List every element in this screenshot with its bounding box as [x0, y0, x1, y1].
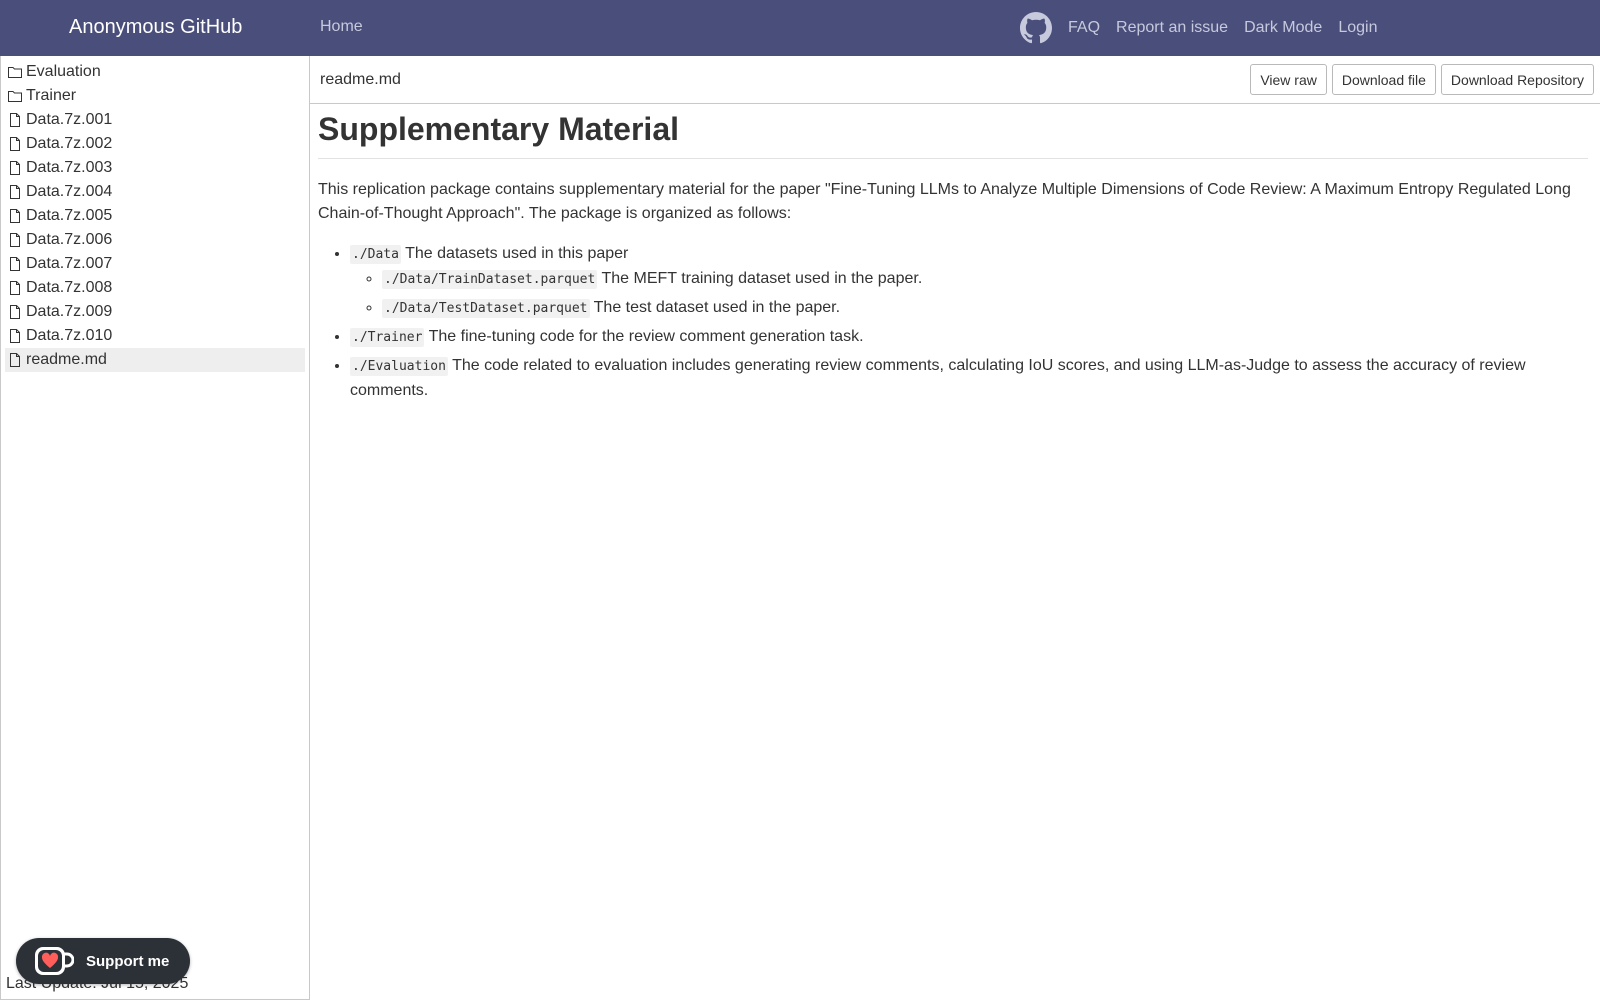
current-file-name: readme.md — [320, 71, 401, 88]
path-code: ./Trainer — [350, 328, 425, 347]
sidebar-item-label: Data.7z.002 — [26, 135, 113, 152]
file-icon — [7, 280, 26, 296]
sidebar-file-item[interactable]: Data.7z.008 — [5, 276, 305, 300]
file-icon — [7, 208, 26, 224]
sidebar-file-item[interactable]: Data.7z.005 — [5, 204, 305, 228]
file-icon — [7, 112, 26, 128]
file-icon — [7, 328, 26, 344]
nav-report-issue-link[interactable]: Report an issue — [1116, 19, 1228, 37]
nav-dark-mode-toggle[interactable]: Dark Mode — [1244, 19, 1322, 37]
sidebar-file-item[interactable]: Data.7z.002 — [5, 132, 305, 156]
readme-list: ./Data The datasets used in this paper .… — [318, 242, 1588, 403]
download-file-button[interactable]: Download file — [1331, 64, 1436, 95]
readme-list-item: ./Trainer The fine-tuning code for the r… — [350, 325, 1588, 350]
nav-faq-link[interactable]: FAQ — [1068, 19, 1100, 37]
view-raw-button[interactable]: View raw — [1250, 64, 1327, 95]
readme-list-item: ./Data The datasets used in this paper .… — [350, 242, 1588, 321]
sidebar-file-item[interactable]: Data.7z.007 — [5, 252, 305, 276]
sidebar-file-item[interactable]: readme.md — [5, 348, 305, 372]
file-tree-sidebar: Evaluation Trainer Data.7z.001 Data.7z.002 D… — [0, 56, 310, 1000]
sidebar-item-label: Trainer — [26, 87, 77, 104]
sidebar-folder-item[interactable]: Trainer — [5, 84, 305, 108]
download-repository-button[interactable]: Download Repository — [1440, 64, 1594, 95]
file-icon — [7, 256, 26, 272]
path-code: ./Evaluation — [350, 357, 448, 376]
sidebar-folder-item[interactable]: Evaluation — [5, 60, 305, 84]
file-icon — [7, 136, 26, 152]
file-header: readme.md View raw Download file Downloa… — [310, 56, 1600, 104]
sidebar-file-item[interactable]: Data.7z.006 — [5, 228, 305, 252]
file-content-panel: readme.md View raw Download file Downloa… — [310, 56, 1600, 1000]
sidebar-item-label: Evaluation — [26, 63, 101, 80]
sidebar-item-label: Data.7z.008 — [26, 279, 113, 296]
sidebar-file-item[interactable]: Data.7z.004 — [5, 180, 305, 204]
readme-title: Supplementary Material — [318, 111, 1588, 159]
sidebar-item-label: Data.7z.005 — [26, 207, 113, 224]
nav-home-link[interactable]: Home — [320, 18, 363, 36]
file-icon — [7, 304, 26, 320]
sidebar-item-label: Data.7z.006 — [26, 231, 113, 248]
file-icon — [7, 352, 26, 368]
folder-icon — [7, 88, 26, 104]
top-navbar: Anonymous GitHub Home FAQ Report an issu… — [0, 0, 1600, 56]
file-icon — [7, 232, 26, 248]
github-icon[interactable] — [1020, 12, 1052, 44]
readme-list-item: ./Evaluation The code related to evaluat… — [350, 354, 1588, 403]
path-code: ./Data — [350, 245, 401, 264]
sidebar-item-label: Data.7z.004 — [26, 183, 113, 200]
sidebar-item-label: Data.7z.001 — [26, 111, 113, 128]
sidebar-item-label: readme.md — [26, 351, 107, 368]
sidebar-file-item[interactable]: Data.7z.009 — [5, 300, 305, 324]
sidebar-item-label: Data.7z.007 — [26, 255, 113, 272]
file-icon — [7, 160, 26, 176]
sidebar-item-label: Data.7z.010 — [26, 327, 113, 344]
nav-login-link[interactable]: Login — [1338, 19, 1377, 37]
sidebar-file-item[interactable]: Data.7z.001 — [5, 108, 305, 132]
file-icon — [7, 184, 26, 200]
item-description: The datasets used in this paper — [400, 245, 629, 262]
sidebar-file-item[interactable]: Data.7z.003 — [5, 156, 305, 180]
readme-content: Supplementary Material This replication … — [318, 111, 1588, 407]
item-description: The fine-tuning code for the review comm… — [424, 328, 864, 345]
support-me-label: Support me — [86, 952, 170, 970]
path-code: ./Data/TestDataset.parquet — [382, 299, 590, 318]
file-tree: Evaluation Trainer Data.7z.001 Data.7z.002 D… — [1, 56, 309, 372]
support-me-button[interactable]: Support me — [16, 938, 190, 984]
sidebar-file-item[interactable]: Data.7z.010 — [5, 324, 305, 348]
folder-icon — [7, 64, 26, 80]
readme-sublist-item: ./Data/TrainDataset.parquet The MEFT tra… — [382, 267, 1588, 292]
sidebar-item-label: Data.7z.009 — [26, 303, 113, 320]
item-description: The test dataset used in the paper. — [589, 299, 841, 316]
readme-sublist: ./Data/TrainDataset.parquet The MEFT tra… — [350, 267, 1588, 321]
item-description: The MEFT training dataset used in the pa… — [597, 270, 923, 287]
readme-sublist-item: ./Data/TestDataset.parquet The test data… — [382, 296, 1588, 321]
sidebar-item-label: Data.7z.003 — [26, 159, 113, 176]
path-code: ./Data/TrainDataset.parquet — [382, 270, 598, 289]
item-description: The code related to evaluation includes … — [350, 357, 1526, 399]
brand-logo-text[interactable]: Anonymous GitHub — [69, 16, 242, 39]
readme-intro: This replication package contains supple… — [318, 181, 1571, 222]
nav-right-group: FAQ Report an issue Dark Mode Login — [1020, 12, 1377, 44]
kofi-cup-icon — [35, 947, 74, 975]
file-actions: View raw Download file Download Reposito… — [1250, 64, 1594, 95]
